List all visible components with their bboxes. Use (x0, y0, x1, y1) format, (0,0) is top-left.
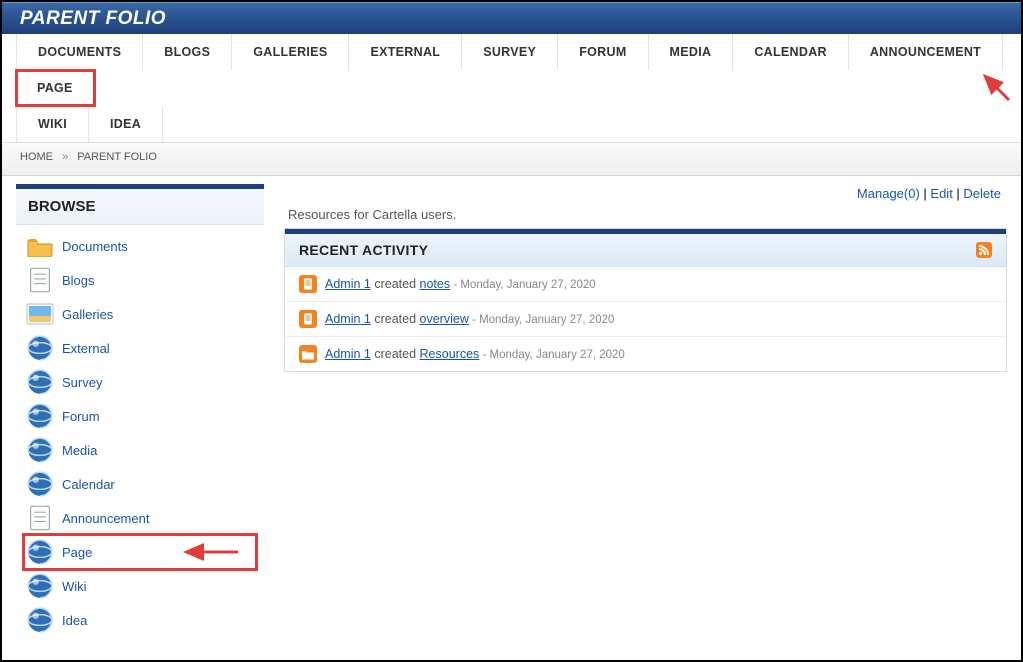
sidebar-item-label[interactable]: Wiki (62, 579, 87, 594)
header: PARENT FOLIO (2, 2, 1021, 34)
activity-object-link[interactable]: Resources (420, 347, 480, 361)
activity-date: - Monday, January 27, 2020 (469, 314, 615, 326)
annotation-arrow-icon (977, 70, 1013, 104)
sidebar-item-calendar[interactable]: Calendar (24, 467, 256, 501)
breadcrumb-home[interactable]: HOME (20, 151, 53, 163)
sidebar-item-label[interactable]: Forum (62, 409, 100, 424)
top-nav: DOCUMENTS BLOGS GALLERIES EXTERNAL SURVE… (2, 34, 1021, 143)
globe-icon (26, 438, 54, 462)
edit-link[interactable]: Edit (930, 186, 952, 201)
activity-date: - Monday, January 27, 2020 (479, 349, 625, 361)
nav-page[interactable]: PAGE (16, 70, 95, 106)
action-links: Manage(0) | Edit | Delete (284, 184, 1007, 207)
globe-icon (26, 370, 54, 394)
main-content: Manage(0) | Edit | Delete Resources for … (284, 184, 1007, 649)
sidebar-item-label[interactable]: Media (62, 443, 97, 458)
activity-user-link[interactable]: Admin 1 (325, 277, 371, 291)
nav-calendar[interactable]: CALENDAR (733, 34, 849, 70)
globe-icon (26, 574, 54, 598)
activity-user-link[interactable]: Admin 1 (325, 347, 371, 361)
activity-user-link[interactable]: Admin 1 (325, 312, 371, 326)
nav-announcement[interactable]: ANNOUNCEMENT (849, 34, 1003, 70)
sidebar-item-external[interactable]: External (24, 331, 256, 365)
activity-verb: created (374, 277, 416, 291)
page-title: PARENT FOLIO (20, 8, 166, 30)
sidebar-item-blogs[interactable]: Blogs (24, 263, 256, 297)
delete-link[interactable]: Delete (963, 186, 1001, 201)
globe-icon (26, 608, 54, 632)
nav-survey[interactable]: SURVEY (462, 34, 558, 70)
nav-media[interactable]: MEDIA (649, 34, 734, 70)
sidebar-item-label[interactable]: Galleries (62, 307, 113, 322)
sidebar-item-label[interactable]: Blogs (62, 273, 95, 288)
globe-icon (26, 472, 54, 496)
sidebar-item-label[interactable]: External (62, 341, 110, 356)
nav-blogs[interactable]: BLOGS (143, 34, 232, 70)
activity-object-link[interactable]: notes (420, 277, 451, 291)
nav-documents[interactable]: DOCUMENTS (16, 34, 143, 70)
doc-icon (26, 268, 54, 292)
sidebar-item-announcement[interactable]: Announcement (24, 501, 256, 535)
sidebar-item-label[interactable]: Survey (62, 375, 102, 390)
nav-wiki[interactable]: WIKI (16, 106, 89, 142)
folder-icon (26, 234, 54, 258)
sidebar-item-label[interactable]: Announcement (62, 511, 149, 526)
activity-verb: created (374, 347, 416, 361)
breadcrumb-sep: » (62, 151, 68, 163)
activity-object-link[interactable]: overview (420, 312, 469, 326)
sidebar-item-wiki[interactable]: Wiki (24, 569, 256, 603)
manage-link[interactable]: Manage(0) (857, 186, 920, 201)
sidebar-item-media[interactable]: Media (24, 433, 256, 467)
sidebar: BROWSE Documents Blogs Galleries External Su… (16, 184, 264, 649)
activity-row: Admin 1 created Resources - Monday, Janu… (285, 337, 1006, 371)
image-icon (26, 302, 54, 326)
globe-icon (26, 336, 54, 360)
nav-external[interactable]: EXTERNAL (349, 34, 462, 70)
activity-row: Admin 1 created notes - Monday, January … (285, 267, 1006, 302)
activity-verb: created (374, 312, 416, 326)
nav-galleries[interactable]: GALLERIES (232, 34, 349, 70)
sidebar-item-galleries[interactable]: Galleries (24, 297, 256, 331)
sidebar-item-label[interactable]: Page (62, 545, 92, 560)
sidebar-item-label[interactable]: Documents (62, 239, 128, 254)
nav-idea[interactable]: IDEA (89, 106, 163, 142)
annotation-arrow-icon (180, 542, 242, 562)
rss-icon[interactable] (976, 242, 992, 258)
globe-icon (26, 404, 54, 428)
page-icon (299, 310, 317, 328)
recent-activity-panel: RECENT ACTIVITY Admin 1 created notes - … (284, 228, 1007, 372)
folio-caption: Resources for Cartella users. (284, 207, 1007, 228)
globe-icon (26, 540, 54, 564)
sidebar-item-idea[interactable]: Idea (24, 603, 256, 637)
sidebar-item-survey[interactable]: Survey (24, 365, 256, 399)
breadcrumb: HOME » PARENT FOLIO (2, 143, 1021, 176)
sidebar-item-forum[interactable]: Forum (24, 399, 256, 433)
activity-row: Admin 1 created overview - Monday, Janua… (285, 302, 1006, 337)
sidebar-item-documents[interactable]: Documents (24, 229, 256, 263)
nav-forum[interactable]: FORUM (558, 34, 648, 70)
activity-date: - Monday, January 27, 2020 (450, 279, 596, 291)
sidebar-title: BROWSE (16, 189, 264, 225)
sidebar-item-label[interactable]: Idea (62, 613, 87, 628)
folder-icon (299, 345, 317, 363)
doc-icon (26, 506, 54, 530)
sidebar-item-label[interactable]: Calendar (62, 477, 115, 492)
page-icon (299, 275, 317, 293)
panel-title: RECENT ACTIVITY (299, 242, 428, 258)
breadcrumb-current[interactable]: PARENT FOLIO (77, 151, 157, 163)
